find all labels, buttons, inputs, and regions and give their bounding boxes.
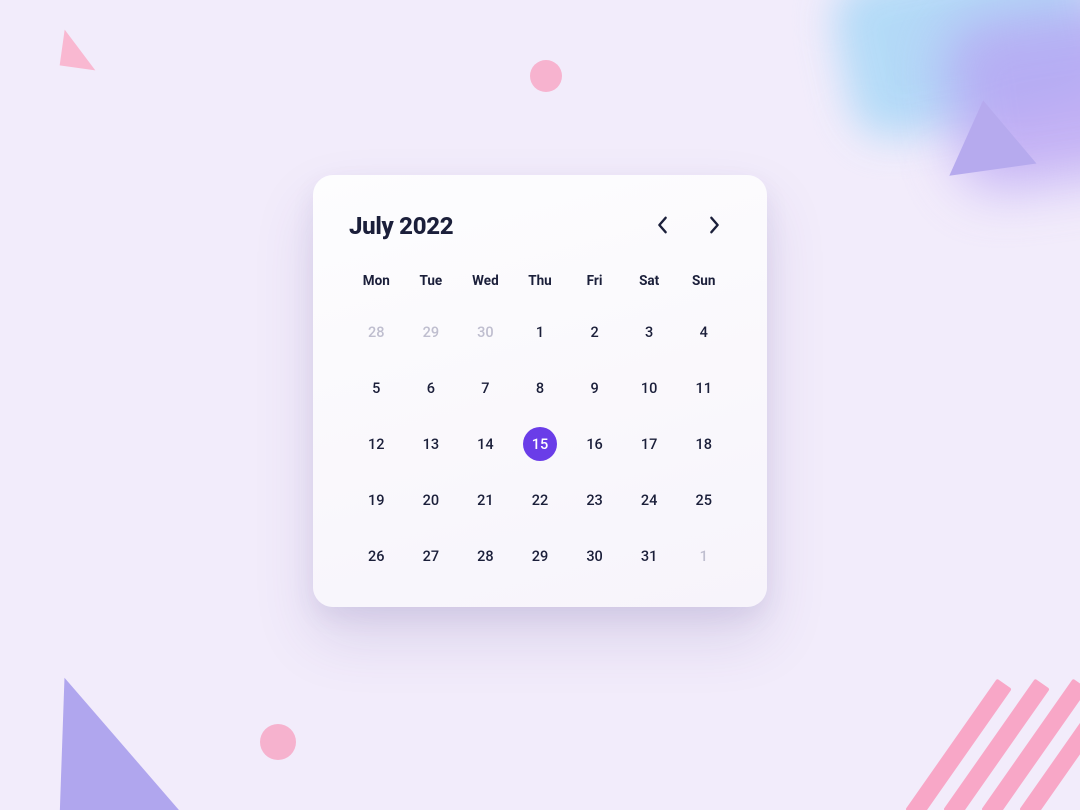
calendar-day[interactable]: 30 <box>458 311 513 353</box>
calendar-day[interactable]: 8 <box>513 367 568 409</box>
calendar-day[interactable]: 19 <box>349 479 404 521</box>
calendar-grid: Mon Tue Wed Thu Fri Sat Sun 28 29 30 1 2… <box>349 273 731 577</box>
calendar-day[interactable]: 28 <box>349 311 404 353</box>
calendar-day[interactable]: 22 <box>513 479 568 521</box>
calendar-day[interactable]: 12 <box>349 423 404 465</box>
calendar-day[interactable]: 28 <box>458 535 513 577</box>
calendar-nav <box>645 209 731 243</box>
calendar-day[interactable]: 14 <box>458 423 513 465</box>
dow-header: Mon <box>349 273 404 297</box>
calendar-day[interactable]: 5 <box>349 367 404 409</box>
calendar-day[interactable]: 20 <box>404 479 459 521</box>
calendar-day[interactable]: 1 <box>676 535 731 577</box>
calendar-day[interactable]: 17 <box>622 423 677 465</box>
calendar-day[interactable]: 24 <box>622 479 677 521</box>
calendar-day[interactable]: 16 <box>567 423 622 465</box>
calendar-day-selected[interactable]: 15 <box>513 423 568 465</box>
calendar-day[interactable]: 2 <box>567 311 622 353</box>
calendar-day[interactable]: 3 <box>622 311 677 353</box>
dow-header: Fri <box>567 273 622 297</box>
calendar-day[interactable]: 18 <box>676 423 731 465</box>
decor-circle-pink-top <box>530 60 562 92</box>
decor-triangle-lilac-bottom-left <box>60 678 195 810</box>
calendar-day[interactable]: 7 <box>458 367 513 409</box>
calendar-day[interactable]: 29 <box>513 535 568 577</box>
calendar-day[interactable]: 31 <box>622 535 677 577</box>
chevron-left-icon <box>657 216 668 237</box>
dow-header: Thu <box>513 273 568 297</box>
calendar-day[interactable]: 27 <box>404 535 459 577</box>
decor-triangle-lilac-top-right <box>940 94 1037 176</box>
calendar-day[interactable]: 9 <box>567 367 622 409</box>
calendar-day[interactable]: 6 <box>404 367 459 409</box>
calendar-day[interactable]: 30 <box>567 535 622 577</box>
calendar-day[interactable]: 29 <box>404 311 459 353</box>
calendar-day[interactable]: 26 <box>349 535 404 577</box>
calendar-header: July 2022 <box>349 209 731 243</box>
next-month-button[interactable] <box>697 209 731 243</box>
calendar-title: July 2022 <box>349 212 453 240</box>
calendar-day[interactable]: 1 <box>513 311 568 353</box>
calendar-day[interactable]: 21 <box>458 479 513 521</box>
dow-header: Wed <box>458 273 513 297</box>
calendar-card: July 2022 Mon Tue Wed Thu Fri Sat Sun 28… <box>313 175 767 607</box>
decor-circle-pink-bottom <box>260 724 296 760</box>
decor-stripes-pink-bottom-right <box>930 680 1050 790</box>
calendar-day[interactable]: 4 <box>676 311 731 353</box>
chevron-right-icon <box>709 216 720 237</box>
dow-header: Tue <box>404 273 459 297</box>
dow-header: Sun <box>676 273 731 297</box>
calendar-day[interactable]: 23 <box>567 479 622 521</box>
prev-month-button[interactable] <box>645 209 679 243</box>
calendar-day[interactable]: 11 <box>676 367 731 409</box>
dow-header: Sat <box>622 273 677 297</box>
decor-triangle-pink-top-left <box>60 30 101 71</box>
calendar-day[interactable]: 25 <box>676 479 731 521</box>
calendar-day[interactable]: 10 <box>622 367 677 409</box>
calendar-day[interactable]: 13 <box>404 423 459 465</box>
